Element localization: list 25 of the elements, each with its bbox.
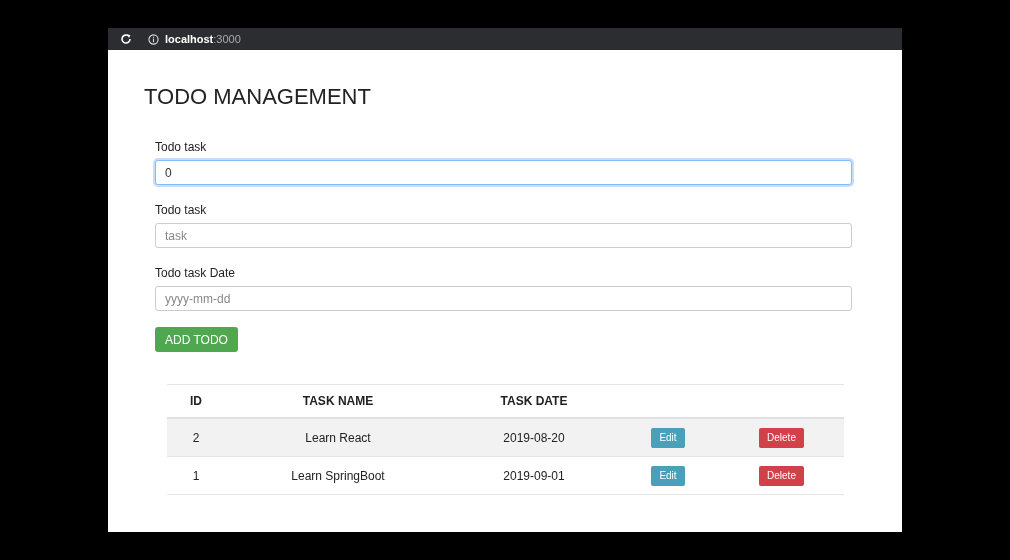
input-field[interactable]: task [155, 223, 852, 248]
reload-icon[interactable] [120, 33, 132, 45]
info-icon [148, 33, 159, 45]
table-cell: 2 [192, 430, 200, 445]
url-port: :3000 [213, 33, 241, 45]
table-cell: Learn React [305, 430, 371, 445]
table-cell: Learn SpringBoot [291, 468, 385, 483]
edit-button[interactable]: Edit [651, 465, 685, 486]
field-label: Todo task [155, 140, 208, 154]
edit-button[interactable]: Edit [651, 427, 685, 448]
delete-button[interactable]: Delete [759, 465, 804, 486]
column-header: TASK NAME [302, 394, 374, 408]
delete-button[interactable]: Delete [759, 427, 804, 448]
add-todo-button[interactable]: ADD TODO [155, 327, 238, 352]
input-field[interactable]: yyyy-mm-dd [155, 286, 852, 311]
table-cell: 1 [192, 468, 200, 483]
table-cell: 2019-09-01 [503, 468, 565, 483]
page-title: TODO MANAGEMENT [144, 84, 372, 110]
column-header: ID [190, 394, 202, 408]
column-header: TASK DATE [500, 394, 568, 408]
table-cell: 2019-08-20 [503, 430, 565, 445]
input-field[interactable]: 0 [155, 160, 852, 185]
field-label: Todo task Date [155, 266, 237, 280]
field-label: Todo task [155, 203, 208, 217]
url-host: localhost [165, 33, 214, 45]
